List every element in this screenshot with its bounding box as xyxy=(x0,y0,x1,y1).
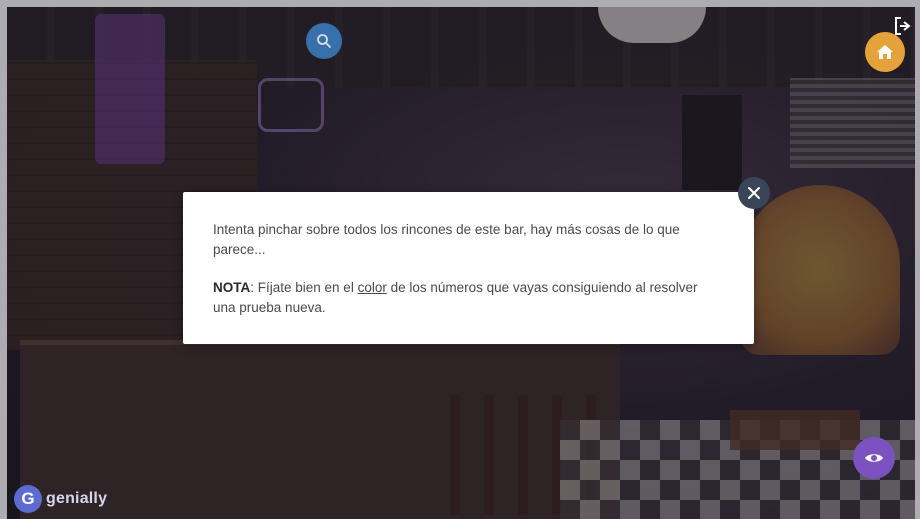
genially-brand[interactable]: G genially xyxy=(14,485,107,513)
eye-icon xyxy=(865,454,883,462)
search-button[interactable] xyxy=(306,23,342,59)
search-icon xyxy=(317,34,331,48)
home-button[interactable] xyxy=(865,32,905,72)
note-label: NOTA xyxy=(213,280,251,295)
note-text-before: : Fíjate bien en el xyxy=(250,280,358,295)
genially-logo-icon: G xyxy=(14,485,42,513)
note-color-word: color xyxy=(357,280,387,295)
close-icon xyxy=(748,187,760,199)
eye-button[interactable] xyxy=(853,437,895,479)
home-icon xyxy=(877,45,893,59)
modal-note: NOTA: Fíjate bien en el color de los núm… xyxy=(213,278,713,317)
genially-stage: Intenta pinchar sobre todos los rincones… xyxy=(0,0,920,519)
info-modal: Intenta pinchar sobre todos los rincones… xyxy=(183,192,754,344)
modal-intro-text: Intenta pinchar sobre todos los rincones… xyxy=(213,222,680,257)
brand-name: genially xyxy=(46,490,108,507)
modal-text: Intenta pinchar sobre todos los rincones… xyxy=(213,220,713,317)
logo-letter: G xyxy=(21,489,35,508)
close-modal-button[interactable] xyxy=(738,177,770,209)
